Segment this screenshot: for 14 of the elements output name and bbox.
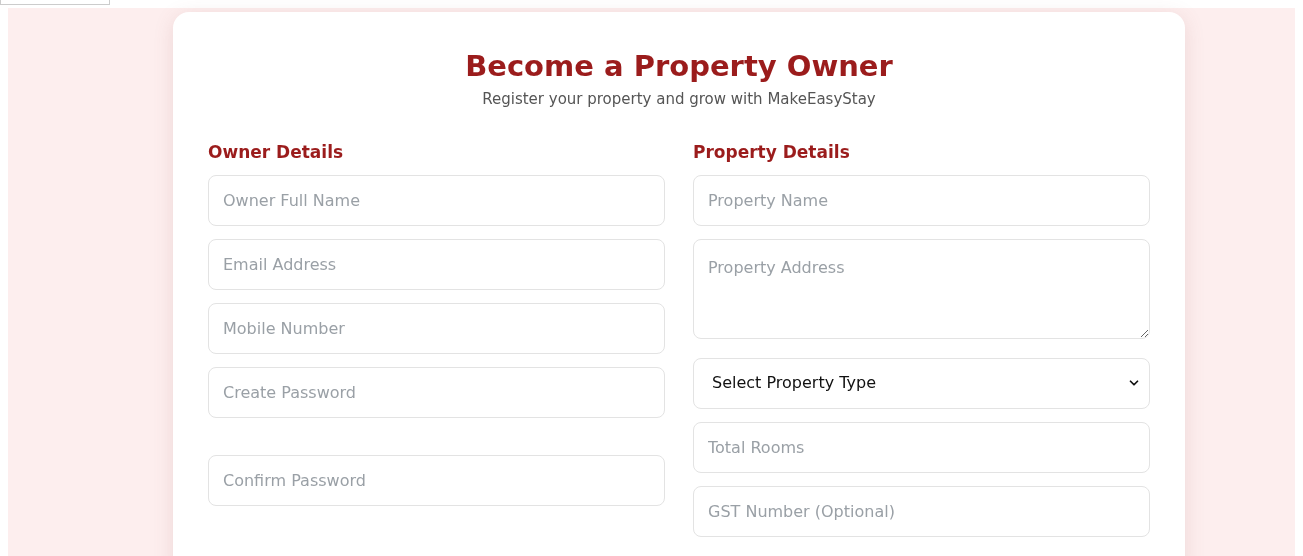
input-field[interactable]: Owner Full Name <box>208 174 665 226</box>
input-field[interactable]: GST Number (Optional) <box>693 485 1150 537</box>
input-field[interactable]: Create Password <box>208 366 665 418</box>
textarea-field[interactable]: Property Address <box>693 238 1150 339</box>
input-field[interactable]: Mobile Number <box>208 302 665 354</box>
form-subtitle: Register your property and grow with MakeEasyStay <box>481 89 877 110</box>
section-heading: Owner Details <box>208 140 345 163</box>
input-field[interactable]: Confirm Password <box>208 454 665 506</box>
section-heading: Property Details <box>693 140 851 163</box>
input-field[interactable]: Total Rooms <box>693 421 1150 473</box>
form-title: Become a Property Owner <box>464 48 894 84</box>
select-dropdown[interactable]: Select Property Type <box>693 357 1150 409</box>
input-field[interactable]: Property Name <box>693 174 1150 226</box>
input-field[interactable]: Email Address <box>208 238 665 290</box>
